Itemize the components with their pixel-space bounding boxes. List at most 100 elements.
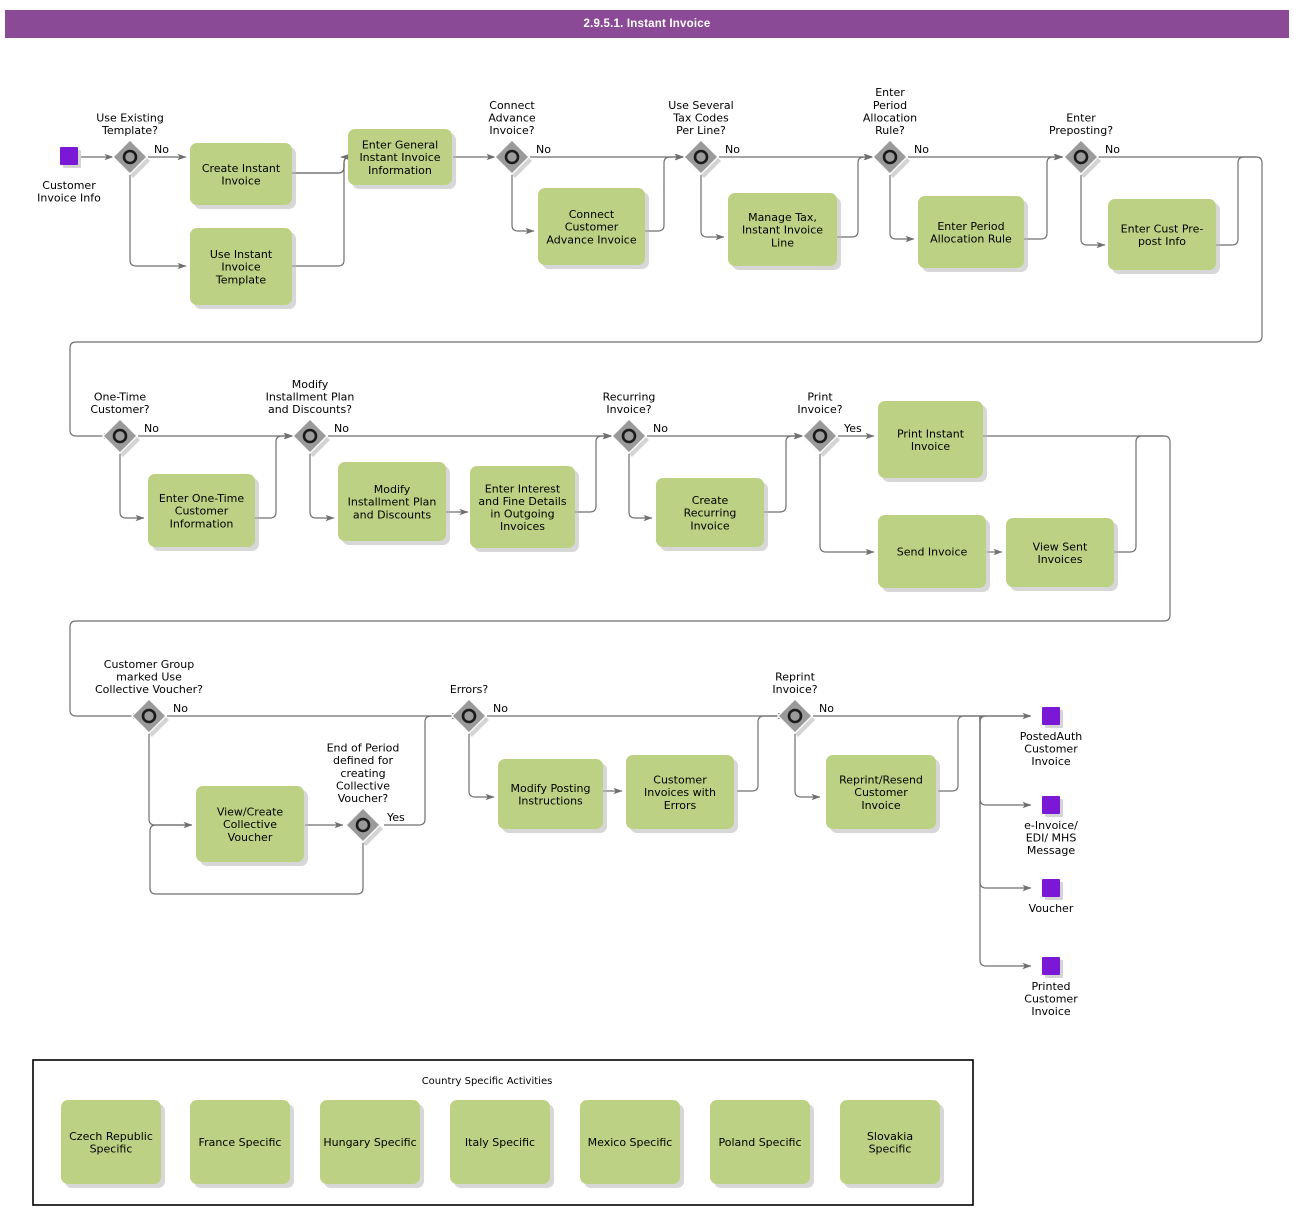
gateway-branch-label: No bbox=[173, 702, 188, 715]
gateway-inclusive-icon bbox=[812, 428, 828, 444]
end-event-icon bbox=[1042, 707, 1060, 725]
gateway-use-several-tax-codes[interactable]: Use Several Tax Codes Per Line? No bbox=[668, 99, 740, 178]
end-event-icon bbox=[1042, 796, 1060, 814]
gateway-inclusive-icon bbox=[355, 817, 371, 833]
gateway-label: Use Existing Template? bbox=[96, 111, 164, 137]
task-manage-tax-instant-invoice-line[interactable]: Manage Tax, Instant Invoice Line bbox=[728, 193, 841, 270]
gateway-inclusive-icon bbox=[302, 428, 318, 444]
country-task-hungary[interactable]: Hungary Specific bbox=[320, 1100, 424, 1188]
end-event-icon bbox=[1042, 957, 1060, 975]
task-view-sent-invoices[interactable]: View Sent Invoices bbox=[1006, 518, 1118, 591]
gateway-branch-label: No bbox=[334, 422, 349, 435]
gateway-print-invoice[interactable]: Print Invoice?Yes bbox=[797, 390, 862, 457]
task-use-instant-invoice-template[interactable]: Use Instant Invoice Template bbox=[190, 228, 296, 309]
end-event-voucher[interactable]: Voucher bbox=[1029, 879, 1074, 915]
gateway-modify-installment-plan[interactable]: Modify Installment Plan and Discounts? No bbox=[266, 378, 355, 457]
gateway-inclusive-icon bbox=[693, 149, 709, 165]
gateway-enter-preposting[interactable]: Enter Preposting? No bbox=[1049, 111, 1120, 178]
task-customer-invoices-with-errors[interactable]: Customer Invoices with Errors bbox=[626, 755, 738, 833]
task-print-instant-invoice[interactable]: Print Instant Invoice bbox=[878, 401, 987, 482]
end-event-label: PostedAuth Customer Invoice bbox=[1020, 730, 1083, 768]
end-event-label: e-Invoice/EDI/ MHS Message bbox=[1024, 819, 1078, 857]
gateway-customer-group-collective-voucher[interactable]: Customer Group marked Use Collective Vouch… bbox=[95, 658, 203, 737]
gateway-inclusive-icon bbox=[504, 149, 520, 165]
gateway-inclusive-icon bbox=[787, 708, 803, 724]
task-reprint-resend-customer-invoice[interactable]: Reprint/Resend Customer Invoice bbox=[826, 755, 940, 833]
country-group-title: Country Specific Activities bbox=[422, 1076, 553, 1087]
gateway-label: Enter Period Allocation Rule? bbox=[863, 86, 917, 137]
task-label: View Sent Invoices bbox=[1033, 540, 1088, 566]
diagram-page: 2.9.5.1. Instant Invoice Customer Invoic… bbox=[0, 0, 1294, 1220]
task-enter-interest-and-fine-details[interactable]: Enter Interest and Fine Details in Outgoin… bbox=[470, 466, 579, 552]
start-event-icon bbox=[60, 147, 78, 165]
end-event-printed-customer-invoice[interactable]: Printed Customer Invoice bbox=[1024, 957, 1078, 1018]
task-enter-one-time-customer-information[interactable]: Enter One-Time Customer Information bbox=[148, 474, 259, 551]
task-create-instant-invoice[interactable]: Create Instant Invoice bbox=[190, 143, 296, 209]
gateway-use-existing-template[interactable]: Use Existing Template? No bbox=[96, 111, 169, 178]
country-task-poland[interactable]: Poland Specific bbox=[710, 1100, 814, 1188]
start-event-customer-invoice-info[interactable]: Customer Invoice Info bbox=[37, 147, 101, 205]
country-task-italy[interactable]: Italy Specific bbox=[450, 1100, 554, 1188]
gateway-branch-label: Yes bbox=[386, 811, 405, 824]
task-label: Enter Period Allocation Rule bbox=[930, 220, 1012, 246]
gateway-branch-label: No bbox=[1105, 143, 1120, 156]
gateway-inclusive-icon bbox=[621, 428, 637, 444]
country-task-mexico[interactable]: Mexico Specific bbox=[580, 1100, 684, 1188]
gateway-label: One-Time Customer? bbox=[90, 390, 149, 416]
country-task-label: France Specific bbox=[199, 1136, 282, 1149]
gateway-label: End of Period defined for creating Collecti… bbox=[327, 742, 400, 805]
country-task-label: Slovakia Specific bbox=[867, 1130, 913, 1156]
task-label: Modify Posting Instructions bbox=[511, 782, 591, 808]
country-task-czech[interactable]: Czech Republic Specific bbox=[61, 1100, 165, 1188]
gateway-reprint-invoice[interactable]: Reprint Invoice?No bbox=[772, 670, 834, 737]
gateway-label: Recurring Invoice? bbox=[603, 390, 656, 416]
gateway-label: Modify Installment Plan and Discounts? bbox=[266, 378, 355, 416]
gateway-branch-label: No bbox=[493, 702, 508, 715]
gateway-branch-label: No bbox=[144, 422, 159, 435]
gateway-recurring-invoice[interactable]: Recurring Invoice? No bbox=[603, 390, 669, 457]
task-create-recurring-invoice[interactable]: Create Recurring Invoice bbox=[656, 478, 768, 551]
gateway-label: Errors? bbox=[450, 683, 489, 696]
gateway-branch-label: No bbox=[653, 422, 668, 435]
task-view-create-collective-voucher[interactable]: View/Create Collective Voucher bbox=[196, 786, 308, 866]
gateway-connect-advance-invoice[interactable]: Connect Advance Invoice?No bbox=[488, 99, 551, 178]
gateway-label: Print Invoice? bbox=[797, 390, 842, 416]
gateway-one-time-customer[interactable]: One-Time Customer? No bbox=[90, 390, 159, 457]
country-task-label: Poland Specific bbox=[718, 1136, 801, 1149]
gateway-label: Customer Group marked Use Collective Vouch… bbox=[95, 658, 203, 696]
task-modify-installment-plan-and-discounts[interactable]: Modify Installment Plan and Discounts bbox=[338, 462, 450, 545]
gateway-inclusive-icon bbox=[141, 708, 157, 724]
gateway-branch-label: Yes bbox=[843, 422, 862, 435]
gateway-errors[interactable]: Errors? No bbox=[450, 683, 508, 737]
end-event-label: Voucher bbox=[1029, 902, 1074, 915]
gateway-branch-label: No bbox=[154, 143, 169, 156]
task-label: Send Invoice bbox=[897, 546, 968, 559]
gateway-branch-label: No bbox=[819, 702, 834, 715]
task-enter-period-allocation-rule[interactable]: Enter Period Allocation Rule bbox=[918, 196, 1028, 272]
gateway-label: Reprint Invoice? bbox=[772, 670, 817, 696]
flowchart-canvas: Customer Invoice Info Use Existing Templat… bbox=[32, 86, 1263, 1206]
gateway-label: Use Several Tax Codes Per Line? bbox=[668, 99, 733, 137]
gateway-branch-label: No bbox=[914, 143, 929, 156]
country-task-slovakia[interactable]: Slovakia Specific bbox=[840, 1100, 944, 1188]
start-event-label: Customer Invoice Info bbox=[37, 179, 101, 205]
gateway-label: Connect Advance Invoice? bbox=[488, 99, 536, 137]
end-event-e-invoice-edi-mhs-message[interactable]: e-Invoice/EDI/ MHS Message bbox=[1024, 796, 1078, 857]
gateway-inclusive-icon bbox=[461, 708, 477, 724]
task-enter-cust-prepost-info[interactable]: Enter Cust Pre-post Info bbox=[1108, 199, 1220, 274]
gateway-inclusive-icon bbox=[112, 428, 128, 444]
gateway-branch-label: No bbox=[536, 143, 551, 156]
task-modify-posting-instructions[interactable]: Modify Posting Instructions bbox=[498, 759, 607, 833]
gateway-end-of-period-collective-voucher[interactable]: End of Period defined for creating Collecti… bbox=[327, 742, 405, 846]
country-task-label: Hungary Specific bbox=[323, 1136, 416, 1149]
task-connect-customer-advance-invoice[interactable]: Connect Customer Advance Invoice bbox=[538, 188, 649, 269]
gateway-inclusive-icon bbox=[882, 149, 898, 165]
end-event-icon bbox=[1042, 879, 1060, 897]
country-task-france[interactable]: France Specific bbox=[190, 1100, 294, 1188]
gateway-inclusive-icon bbox=[122, 149, 138, 165]
gateway-branch-label: No bbox=[725, 143, 740, 156]
country-task-label: Italy Specific bbox=[465, 1136, 535, 1149]
task-enter-general-instant-invoice-information[interactable]: Enter General Instant Invoice Information bbox=[348, 129, 456, 189]
gateway-enter-period-allocation-rule[interactable]: Enter Period Allocation Rule? No bbox=[863, 86, 929, 178]
task-send-invoice[interactable]: Send Invoice bbox=[878, 515, 990, 592]
